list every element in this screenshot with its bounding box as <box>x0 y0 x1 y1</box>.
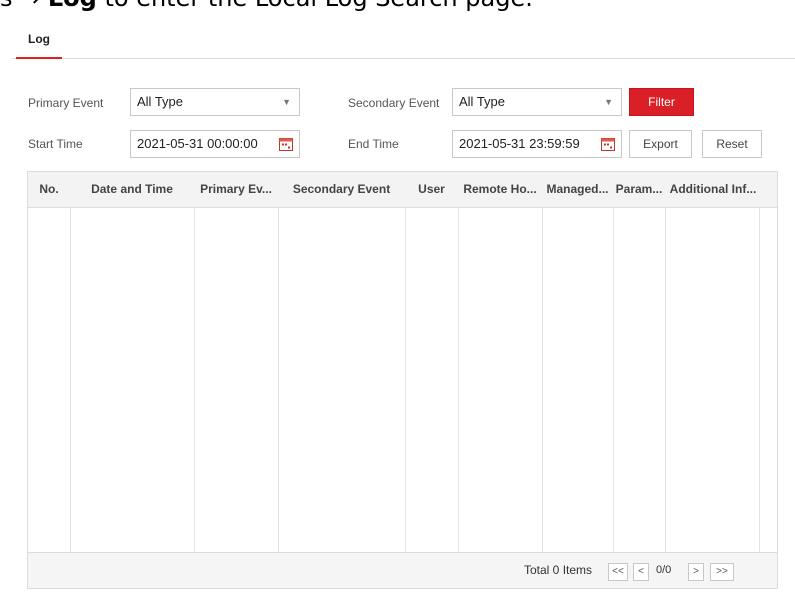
end-time-value: 2021-05-31 23:59:59 <box>459 136 580 151</box>
total-items: Total 0 Items <box>524 563 593 577</box>
next-page-button[interactable]: > <box>688 563 704 581</box>
tab-log[interactable]: Log <box>16 28 62 59</box>
column-header-managed[interactable]: Managed... <box>542 172 613 207</box>
secondary-event-label: Secondary Event <box>348 96 440 110</box>
doc-heading-prefix: s → <box>0 0 48 12</box>
log-panel: Log Primary Event All Type ▼ Secondary E… <box>12 12 795 612</box>
column-header-date-time[interactable]: Date and Time <box>70 172 194 207</box>
secondary-event-select[interactable]: All Type ▼ <box>452 88 622 116</box>
column-header-primary-event[interactable]: Primary Ev... <box>194 172 278 207</box>
secondary-event-value: All Type <box>459 94 506 109</box>
reset-button[interactable]: Reset <box>702 130 762 158</box>
table-header: No. Date and Time Primary Ev... Secondar… <box>28 172 777 208</box>
filter-button[interactable]: Filter <box>629 88 694 116</box>
end-time-input[interactable]: 2021-05-31 23:59:59 <box>452 130 622 158</box>
column-divider <box>405 208 406 552</box>
primary-event-label: Primary Event <box>28 96 104 110</box>
chevron-down-icon: ▼ <box>604 97 613 107</box>
first-page-button[interactable]: << <box>608 563 628 581</box>
document-heading: s → Log to enter the Local Log Search pa… <box>0 0 795 12</box>
prev-page-button[interactable]: < <box>633 563 649 581</box>
calendar-icon[interactable] <box>601 137 615 151</box>
tab-bar: Log <box>12 28 795 59</box>
column-header-secondary-event[interactable]: Secondary Event <box>278 172 405 207</box>
start-time-input[interactable]: 2021-05-31 00:00:00 <box>130 130 300 158</box>
column-divider <box>278 208 279 552</box>
column-divider <box>665 208 666 552</box>
export-button[interactable]: Export <box>629 130 692 158</box>
column-divider <box>759 208 760 552</box>
primary-event-select[interactable]: All Type ▼ <box>130 88 300 116</box>
last-page-button[interactable]: >> <box>710 563 734 581</box>
column-divider <box>458 208 459 552</box>
column-header-additional-info[interactable]: Additional Inf... <box>665 172 761 207</box>
column-divider <box>70 208 71 552</box>
column-header-user[interactable]: User <box>405 172 458 207</box>
column-header-parameter[interactable]: Param... <box>613 172 665 207</box>
primary-event-value: All Type <box>137 94 184 109</box>
column-divider <box>194 208 195 552</box>
page-info: 0/0 <box>656 564 672 576</box>
end-time-label: End Time <box>348 137 399 151</box>
doc-heading-bold: Log <box>48 0 97 12</box>
table-footer: Total 0 Items << < 0/0 > >> <box>28 552 777 588</box>
column-header-no[interactable]: No. <box>28 172 70 207</box>
column-divider <box>613 208 614 552</box>
doc-heading-rest: to enter the Local Log Search page. <box>97 0 532 12</box>
chevron-down-icon: ▼ <box>282 97 291 107</box>
column-header-remote-host[interactable]: Remote Ho... <box>458 172 542 207</box>
column-divider <box>542 208 543 552</box>
start-time-value: 2021-05-31 00:00:00 <box>137 136 258 151</box>
log-table: No. Date and Time Primary Ev... Secondar… <box>27 171 778 589</box>
start-time-label: Start Time <box>28 137 83 151</box>
calendar-icon[interactable] <box>279 137 293 151</box>
